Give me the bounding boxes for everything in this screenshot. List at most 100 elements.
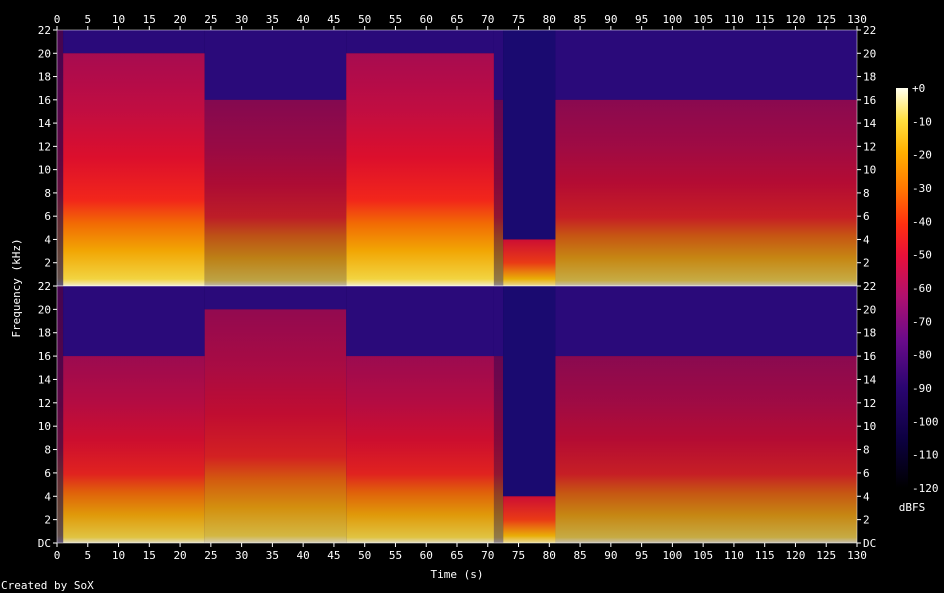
x-tick-label: 60 [420, 549, 433, 562]
x-tick-label: 80 [543, 549, 556, 562]
y-tick-label: 10 [863, 420, 876, 433]
segment-5-noise [503, 286, 556, 497]
x-tick-label: 10 [112, 549, 125, 562]
colorbar-gradient [896, 88, 908, 488]
segment-3-energy [346, 53, 494, 286]
y-tick-label: 4 [44, 490, 51, 503]
y-tick-label: 2 [863, 257, 870, 270]
y-tick-label: 4 [863, 233, 870, 246]
y-tick-label: 8 [863, 187, 870, 200]
y-tick-label: 14 [38, 117, 52, 130]
x-tick-label: 50 [358, 13, 371, 26]
colorbar-tick-label: -70 [912, 315, 932, 328]
segment-6-energy [555, 99, 857, 287]
x-tick-label: 120 [786, 549, 806, 562]
y-tick-label: 20 [38, 47, 51, 60]
x-tick-label: 55 [389, 13, 402, 26]
x-tick-label: 20 [173, 549, 186, 562]
y-tick-label: 10 [38, 420, 51, 433]
x-tick-label: 90 [604, 13, 617, 26]
y-tick-label: 18 [863, 327, 876, 340]
y-tick-label: 22 [863, 280, 876, 293]
x-tick-label: 95 [635, 549, 648, 562]
segment-6-upper [555, 286, 857, 357]
segment-6-energy [555, 356, 857, 543]
colorbar-tick-label: -110 [912, 449, 939, 462]
y-tick-label: 20 [863, 47, 876, 60]
y-tick-label: 6 [863, 210, 870, 223]
y-tick-label: 12 [863, 397, 876, 410]
x-tick-label: 25 [204, 549, 217, 562]
channel-1-panel [56, 29, 858, 287]
x-tick-label: 110 [724, 13, 744, 26]
spectrogram-chart: 2 24 46 68 810 1012 1214 1416 1618 1820 2022 22DC DC… [1, 13, 939, 592]
segment-0-energy [57, 30, 64, 286]
segment-2-upper [204, 286, 347, 310]
segment-3-energy [346, 356, 494, 543]
x-tick-label: 125 [816, 13, 836, 26]
segment-2-energy [204, 99, 347, 287]
colorbar-tick-label: -90 [912, 382, 932, 395]
y-tick-label: 8 [863, 444, 870, 457]
segment-2-energy [204, 309, 347, 543]
segment-6-upper [555, 30, 857, 100]
x-tick-label: 15 [143, 549, 156, 562]
x-tick-label: 95 [635, 13, 648, 26]
y-tick-label: 2 [863, 514, 870, 527]
segment-1-upper [63, 286, 205, 357]
x-tick-label: 20 [173, 13, 186, 26]
segment-3-upper [346, 30, 494, 54]
y-tick-label: 12 [38, 397, 51, 410]
x-tick-label: 75 [512, 549, 525, 562]
y-tick-label: 6 [863, 467, 870, 480]
x-tick-label: 5 [84, 13, 91, 26]
x-tick-label: 105 [693, 549, 713, 562]
y-tick-label: 8 [44, 444, 51, 457]
y-tick-label: 22 [38, 280, 51, 293]
x-tick-label: 75 [512, 13, 525, 26]
y-tick-label: 16 [863, 350, 876, 363]
colorbar-tick-label: -30 [912, 182, 932, 195]
colorbar-tick-label: -100 [912, 415, 939, 428]
x-tick-label: 40 [297, 549, 310, 562]
x-tick-label: 50 [358, 549, 371, 562]
y-tick-label: 12 [38, 140, 51, 153]
y-tick-label: 4 [863, 490, 870, 503]
colorbar-tick-label: +0 [912, 82, 925, 95]
y-tick-label: 22 [38, 24, 51, 37]
colorbar-tick-label: -50 [912, 249, 932, 262]
segment-4-upper [493, 30, 504, 100]
x-tick-label: 105 [693, 13, 713, 26]
x-tick-label: 45 [327, 549, 340, 562]
segment-5-energy [503, 239, 556, 286]
channel-2-panel [56, 285, 858, 544]
x-tick-label: 5 [84, 549, 91, 562]
y-tick-label: 14 [38, 373, 52, 386]
segment-2-upper [204, 30, 347, 100]
segment-5-noise [503, 30, 556, 240]
y-tick-label: 18 [863, 71, 876, 84]
colorbar-tick-label: -10 [912, 115, 932, 128]
credit-text: Created by SoX [1, 579, 94, 592]
y-tick-label: 2 [44, 257, 51, 270]
y-tick-label: 14 [863, 117, 877, 130]
x-tick-label: 30 [235, 549, 248, 562]
x-tick-label: 30 [235, 13, 248, 26]
segment-3-upper [346, 286, 494, 357]
x-tick-label: 90 [604, 549, 617, 562]
y-tick-label: 18 [38, 327, 51, 340]
x-tick-label: 60 [420, 13, 433, 26]
x-tick-label: 45 [327, 13, 340, 26]
y-tick-label: 10 [863, 164, 876, 177]
x-tick-label: 65 [450, 549, 463, 562]
colorbar-label: dBFS [899, 501, 926, 514]
segment-1-upper [63, 30, 205, 54]
segment-5-energy [503, 496, 556, 543]
y-axis-label: Frequency (kHz) [10, 238, 23, 337]
x-tick-label: 100 [662, 13, 682, 26]
x-tick-label: 15 [143, 13, 156, 26]
x-tick-label: 0 [54, 13, 61, 26]
y-tick-label: 4 [44, 233, 51, 246]
x-tick-label: 35 [266, 549, 279, 562]
x-axis-label: Time (s) [431, 568, 484, 581]
